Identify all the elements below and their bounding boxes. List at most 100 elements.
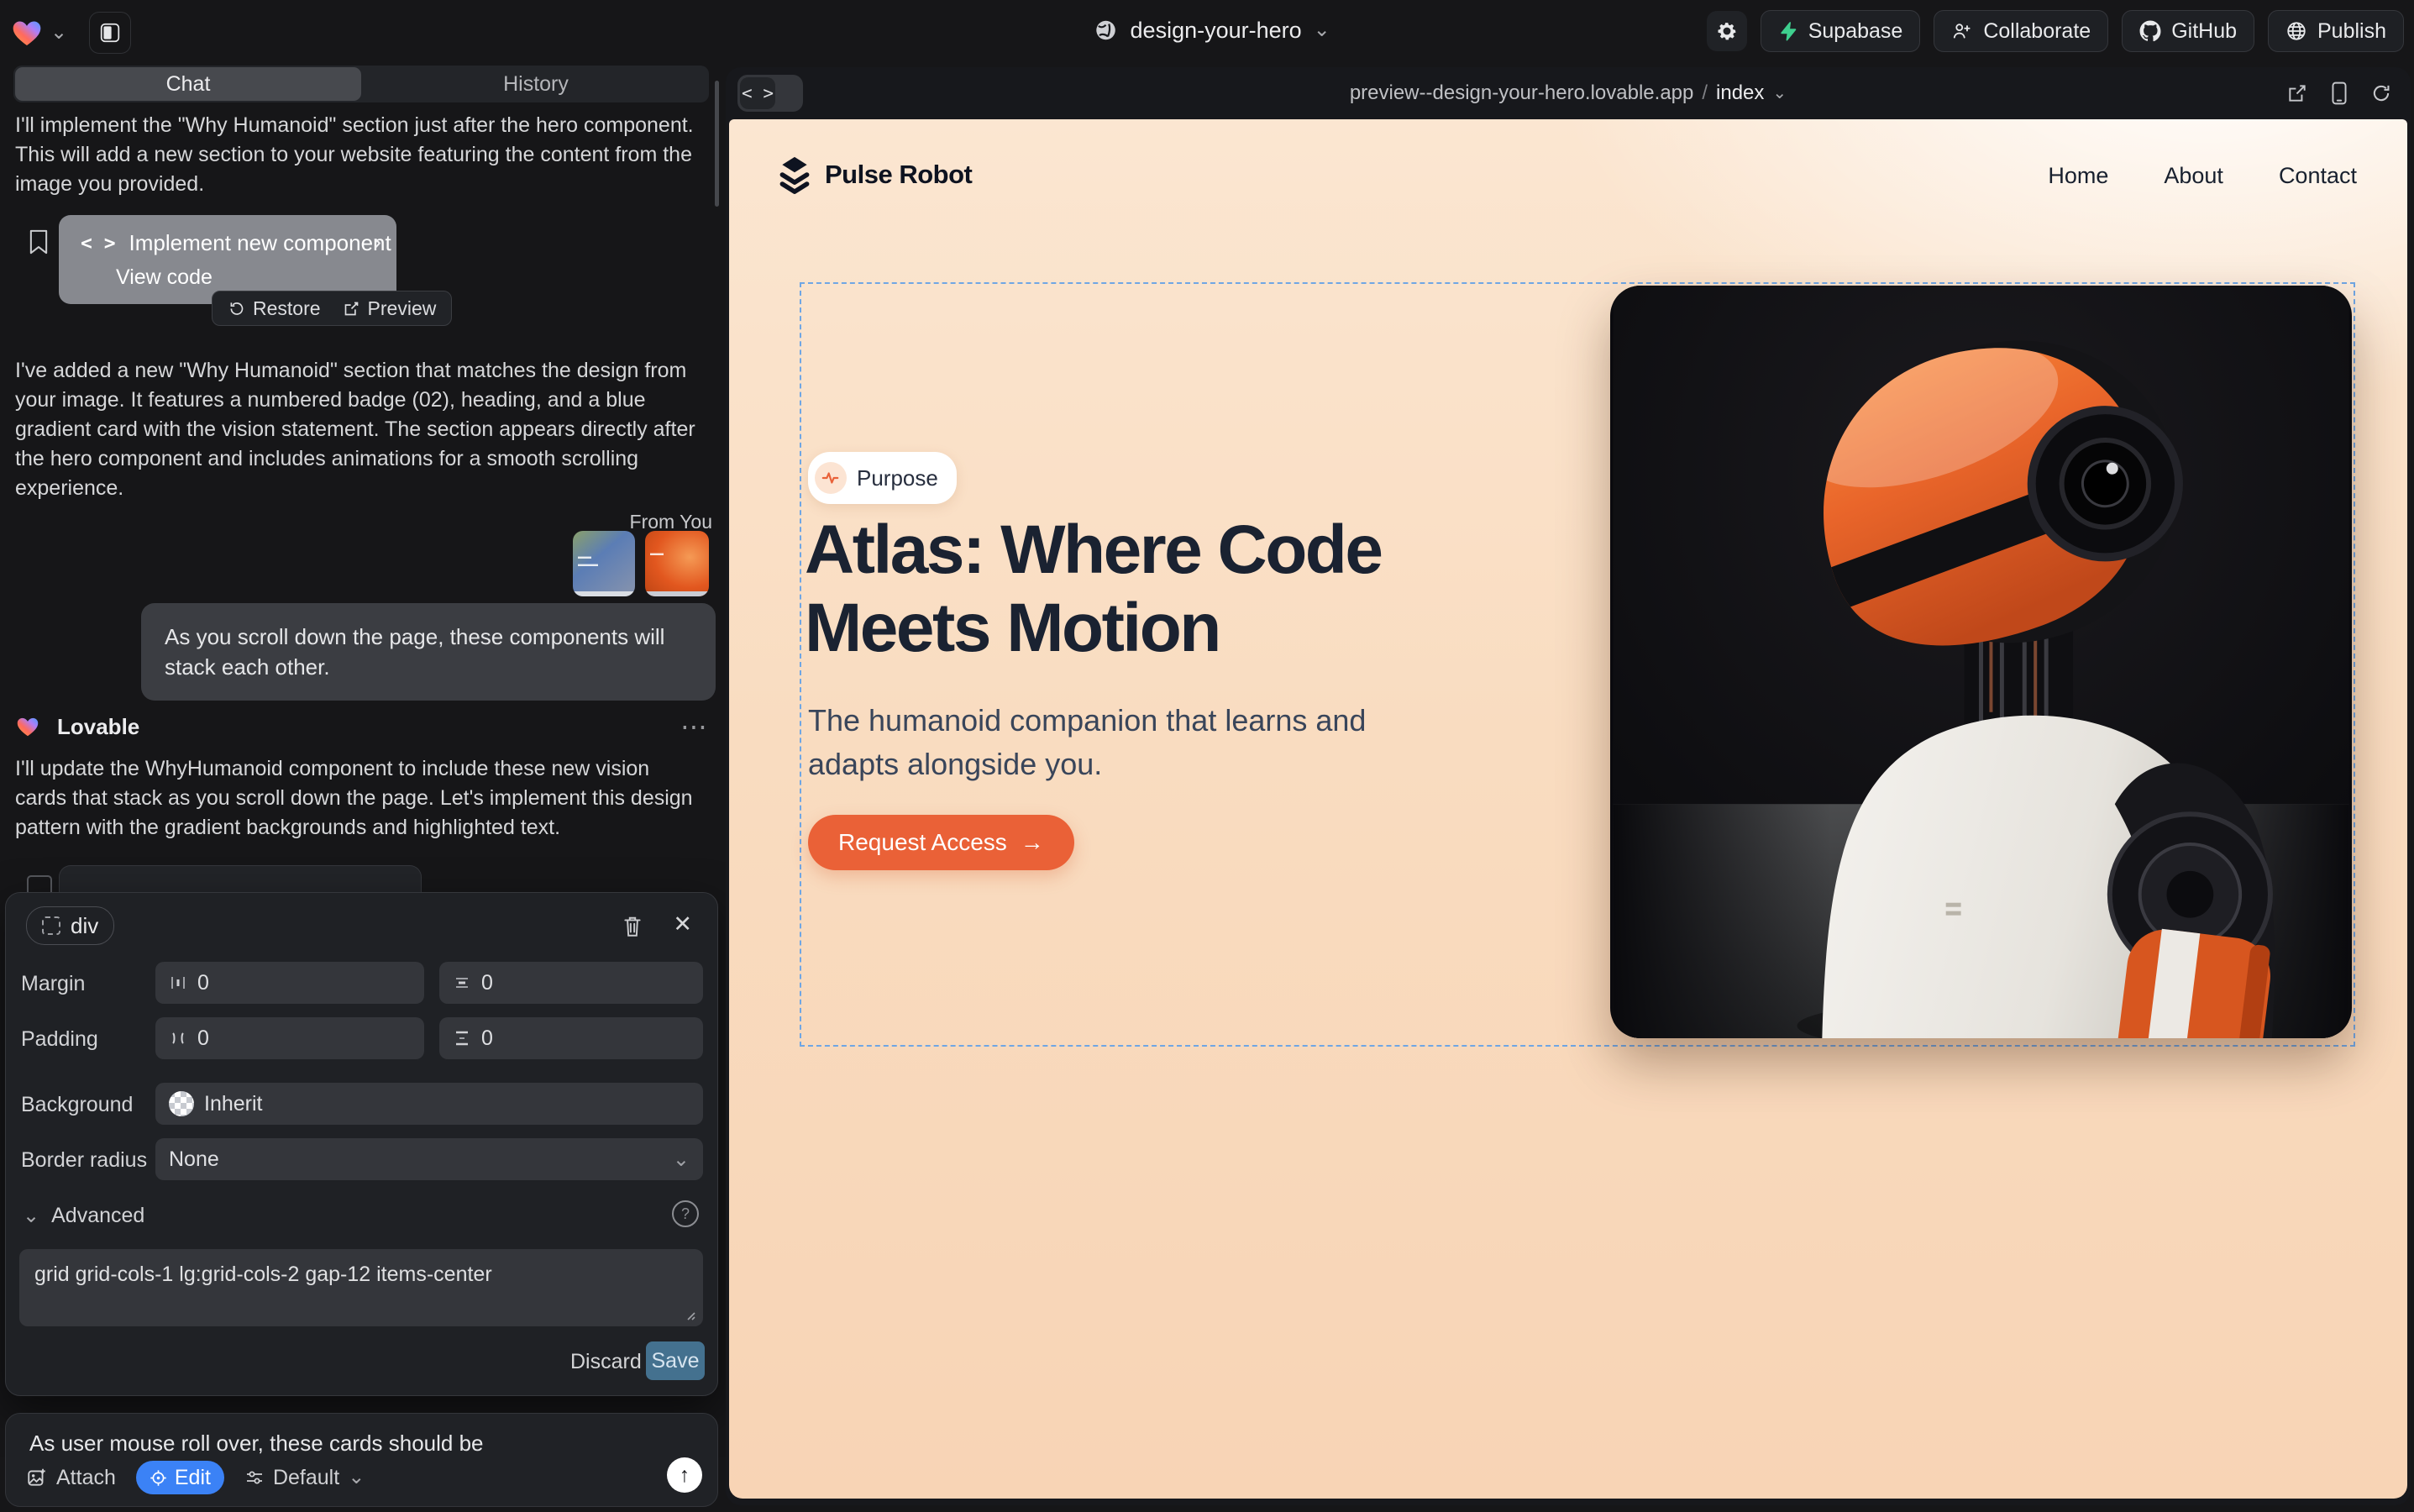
margin-y-value: 0: [481, 971, 493, 995]
help-icon[interactable]: ?: [672, 1200, 699, 1227]
margin-label: Margin: [21, 972, 85, 996]
border-radius-value: None: [169, 1147, 219, 1172]
padding-y-value: 0: [481, 1026, 493, 1051]
topbar-left: ⌄: [10, 12, 131, 54]
path-separator: /: [1702, 81, 1708, 105]
edit-label: Edit: [175, 1466, 211, 1490]
mode-select[interactable]: Default ⌄: [244, 1466, 365, 1490]
padding-y-input[interactable]: 0: [439, 1017, 703, 1059]
chat-composer[interactable]: As user mouse roll over, these cards sho…: [5, 1413, 718, 1507]
hero-subheading: The humanoid companion that learns and a…: [808, 699, 1463, 786]
lovable-logo[interactable]: [10, 16, 44, 50]
edit-mode-button[interactable]: Edit: [136, 1461, 224, 1494]
classes-textarea[interactable]: grid grid-cols-1 lg:grid-cols-2 gap-12 i…: [19, 1249, 703, 1326]
chevron-down-icon: ⌄: [1772, 85, 1787, 102]
chevron-down-icon[interactable]: ⌄: [50, 23, 67, 43]
advanced-toggle[interactable]: ⌄ Advanced: [23, 1204, 144, 1228]
close-icon[interactable]: ✕: [673, 911, 692, 937]
message-menu-icon[interactable]: ⋯: [680, 711, 707, 743]
restore-button[interactable]: Restore: [228, 297, 321, 320]
supabase-label: Supabase: [1808, 19, 1903, 44]
lovable-heart-icon: [15, 714, 40, 739]
collaborate-icon: [1951, 20, 1973, 42]
code-icon: < >: [81, 233, 116, 255]
sliders-icon: [244, 1467, 265, 1488]
attachment-thumbnail-blue[interactable]: ▬▬▬▬▬: [573, 531, 635, 596]
site-logo[interactable]: Pulse Robot: [776, 155, 972, 195]
open-external-icon[interactable]: [2286, 82, 2308, 104]
margin-x-input[interactable]: 0: [155, 962, 424, 1004]
background-label: Background: [21, 1093, 133, 1117]
chevron-right-icon: ›: [374, 228, 381, 255]
layers-icon: [776, 155, 813, 195]
attach-button[interactable]: Attach: [26, 1466, 116, 1490]
send-button[interactable]: ↑: [667, 1457, 702, 1493]
pulse-icon: [815, 462, 847, 494]
resize-handle-icon[interactable]: [683, 1308, 696, 1321]
nav-home[interactable]: Home: [2048, 163, 2108, 189]
publish-globe-icon: [2285, 20, 2307, 42]
padding-label: Padding: [21, 1027, 98, 1052]
attach-label: Attach: [56, 1466, 116, 1490]
from-you-label: From You: [544, 511, 712, 533]
hero-robot-image: [1610, 286, 2352, 1038]
github-label: GitHub: [2171, 19, 2237, 44]
element-tag: div: [71, 913, 98, 939]
refresh-icon[interactable]: [2370, 82, 2392, 104]
sidebar-icon: [99, 22, 121, 44]
margin-x-icon: [169, 974, 187, 992]
github-button[interactable]: GitHub: [2122, 10, 2254, 52]
globe-icon: [1094, 18, 1119, 43]
supabase-icon: [1778, 21, 1798, 41]
arrow-right-icon: →: [1021, 829, 1044, 856]
element-tag-pill[interactable]: div: [26, 906, 114, 945]
lovable-header-row: Lovable ⋯: [15, 711, 707, 743]
margin-y-input[interactable]: 0: [439, 962, 703, 1004]
trash-icon[interactable]: [622, 915, 643, 938]
settings-button[interactable]: [1707, 11, 1747, 51]
chevron-down-icon: ⌄: [1314, 20, 1330, 40]
assistant-message-1: I'll implement the "Why Humanoid" sectio…: [15, 111, 697, 199]
background-input[interactable]: Inherit: [155, 1083, 703, 1125]
preview-button[interactable]: Preview: [343, 297, 437, 320]
mobile-view-icon[interactable]: [2330, 81, 2348, 105]
bookmark-icon[interactable]: [27, 228, 50, 255]
border-radius-select[interactable]: None ⌄: [155, 1138, 703, 1180]
composer-toolbar: Attach Edit Default ⌄: [26, 1461, 365, 1494]
hero-heading: Atlas: Where Code Meets Motion: [805, 511, 1493, 667]
request-access-button[interactable]: Request Access →: [808, 815, 1074, 870]
tab-history[interactable]: History: [363, 66, 709, 102]
publish-label: Publish: [2317, 19, 2386, 44]
topbar-actions: Supabase Collaborate GitHub Publish: [1707, 10, 2404, 52]
badge-label: Purpose: [857, 465, 938, 491]
publish-button[interactable]: Publish: [2268, 10, 2404, 52]
background-value: Inherit: [204, 1092, 262, 1116]
chat-scrollbar[interactable]: [715, 81, 719, 207]
collaborate-label: Collaborate: [1983, 19, 2091, 44]
supabase-button[interactable]: Supabase: [1761, 10, 1921, 52]
preview-url-bar[interactable]: preview--design-your-hero.lovable.app / …: [726, 67, 2411, 119]
composer-input[interactable]: As user mouse roll over, these cards sho…: [29, 1431, 484, 1457]
save-button[interactable]: Save: [646, 1341, 705, 1380]
discard-button[interactable]: Discard: [570, 1350, 642, 1374]
project-switcher[interactable]: design-your-hero ⌄: [1094, 0, 1330, 60]
nav-contact[interactable]: Contact: [2279, 163, 2357, 189]
preview-panel: < > preview--design-your-hero.lovable.ap…: [726, 67, 2411, 1505]
dashed-box-icon: [42, 916, 60, 935]
assistant-message-3: I'll update the WhyHumanoid component to…: [15, 754, 697, 843]
view-code-link[interactable]: View code: [116, 265, 213, 290]
component-card-title: Implement new component: [129, 230, 391, 256]
target-icon: [150, 1469, 167, 1487]
tab-chat[interactable]: Chat: [15, 67, 361, 101]
padding-y-icon: [453, 1029, 471, 1047]
advanced-label: Advanced: [51, 1204, 144, 1228]
nav-about[interactable]: About: [2164, 163, 2223, 189]
preview-host: preview--design-your-hero.lovable.app: [1350, 81, 1694, 105]
padding-x-input[interactable]: 0: [155, 1017, 424, 1059]
attachment-thumbnail-orange[interactable]: ▬▬: [645, 531, 709, 596]
collaborate-button[interactable]: Collaborate: [1934, 10, 2108, 52]
robot-illustration: [1610, 286, 2352, 1038]
sidebar-toggle-button[interactable]: [89, 12, 131, 54]
chevron-down-icon: ⌄: [348, 1467, 365, 1488]
cta-label: Request Access: [838, 829, 1007, 856]
